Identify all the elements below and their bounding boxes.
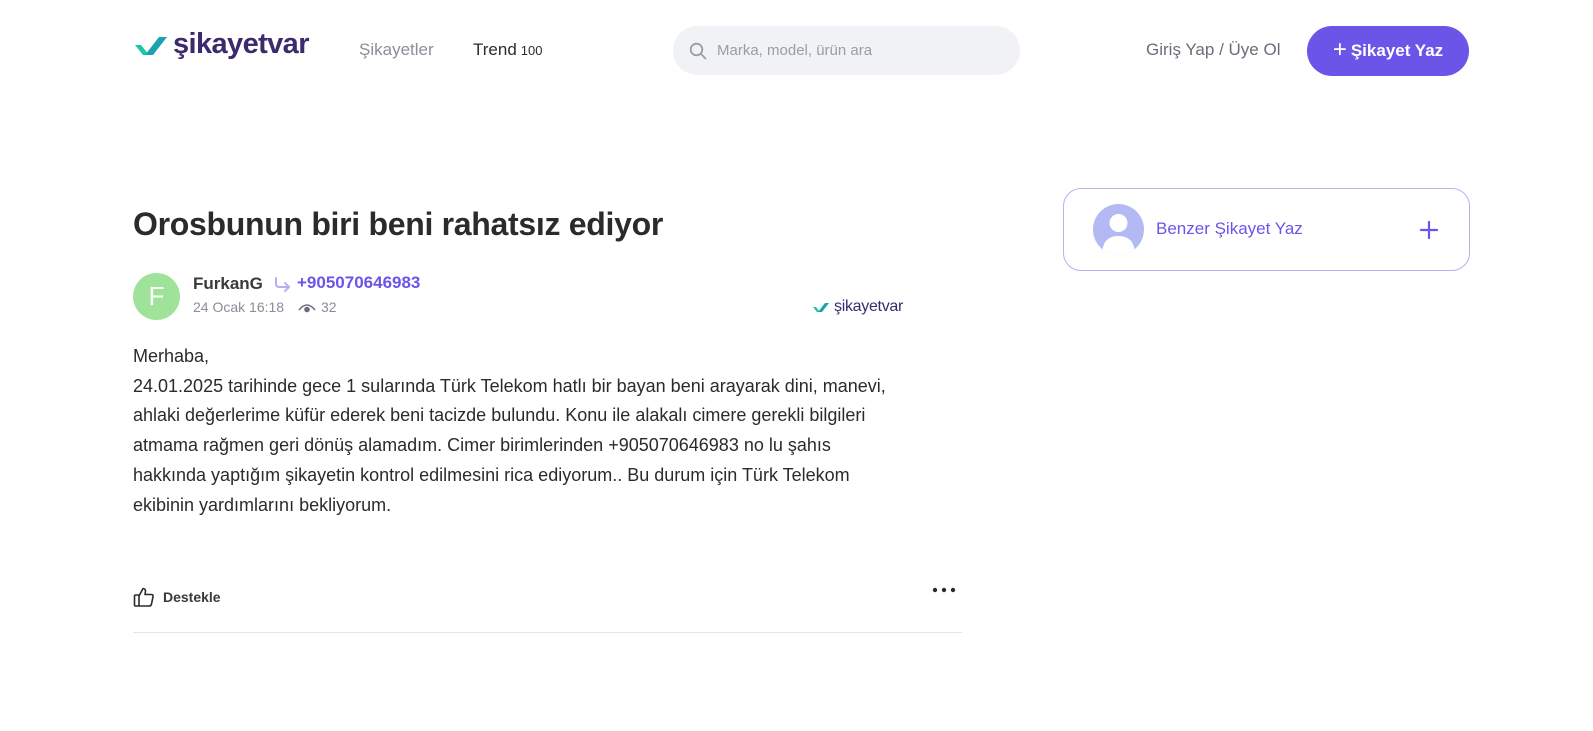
search-icon (689, 42, 707, 59)
body-line: atmama rağmen geri dönüş alamadım. Cimer… (133, 435, 831, 456)
search-input[interactable] (717, 42, 997, 59)
login-register-link[interactable]: Giriş Yap / Üye Ol (1146, 40, 1280, 60)
complaint-title: Orosbunun biri beni rahatsız ediyor (133, 206, 664, 242)
plus-icon (1419, 220, 1439, 240)
logo-check-icon (135, 36, 167, 55)
support-label: Destekle (163, 589, 221, 605)
write-complaint-label: Şikayet Yaz (1350, 41, 1444, 60)
complaint-target-link[interactable]: +905070646983 (297, 273, 420, 293)
nav-complaints-link[interactable]: Şikayetler (359, 40, 434, 60)
user-silhouette-icon (1093, 204, 1144, 255)
body-line: 24.01.2025 tarihinde gece 1 sularında Tü… (133, 375, 886, 396)
more-dots-icon[interactable] (932, 586, 956, 594)
trend-count: 100 (520, 43, 543, 58)
nav-trend-link[interactable]: Trend 100 (473, 40, 542, 60)
complaint-date: 24 Ocak 16:18 (193, 299, 285, 315)
author-name[interactable]: FurkanG (193, 274, 263, 294)
site-header: şikayetvar Şikayetler Trend100 Giriş Yap… (0, 0, 1593, 100)
body-line: Merhaba, (133, 346, 210, 366)
view-count: 32 (321, 299, 337, 315)
plus-icon: + (1332, 35, 1347, 63)
nav-trend-label: Trend (473, 40, 517, 59)
search-bar[interactable] (673, 26, 1020, 75)
brand-watermark: şikayetvar (812, 298, 903, 316)
site-logo[interactable]: şikayetvar (133, 28, 310, 60)
write-complaint-button[interactable]: + Şikayet Yaz (1307, 26, 1469, 76)
logo-check-icon (813, 303, 829, 312)
avatar: F (133, 273, 180, 320)
divider (133, 632, 962, 633)
reply-arrow-icon (275, 277, 290, 292)
write-similar-complaint-card[interactable]: Benzer Şikayet Yaz (1063, 188, 1470, 271)
thumbs-up-icon (133, 587, 154, 607)
support-button[interactable]: Destekle (133, 586, 221, 608)
watermark-text: şikayetvar (834, 298, 904, 315)
body-line: ekibinin yardımlarını bekliyorum. (133, 494, 392, 515)
logo-text: şikayetvar (173, 28, 310, 60)
similar-complaint-label: Benzer Şikayet Yaz (1156, 219, 1303, 238)
body-line: ahlaki değerlerime küfür ederek beni tac… (133, 405, 866, 426)
body-line: hakkında yaptığım şikayetin kontrol edil… (133, 464, 850, 485)
eye-icon (298, 304, 316, 313)
complaint-body: Merhaba, 24.01.2025 tarihinde gece 1 sul… (133, 342, 933, 520)
